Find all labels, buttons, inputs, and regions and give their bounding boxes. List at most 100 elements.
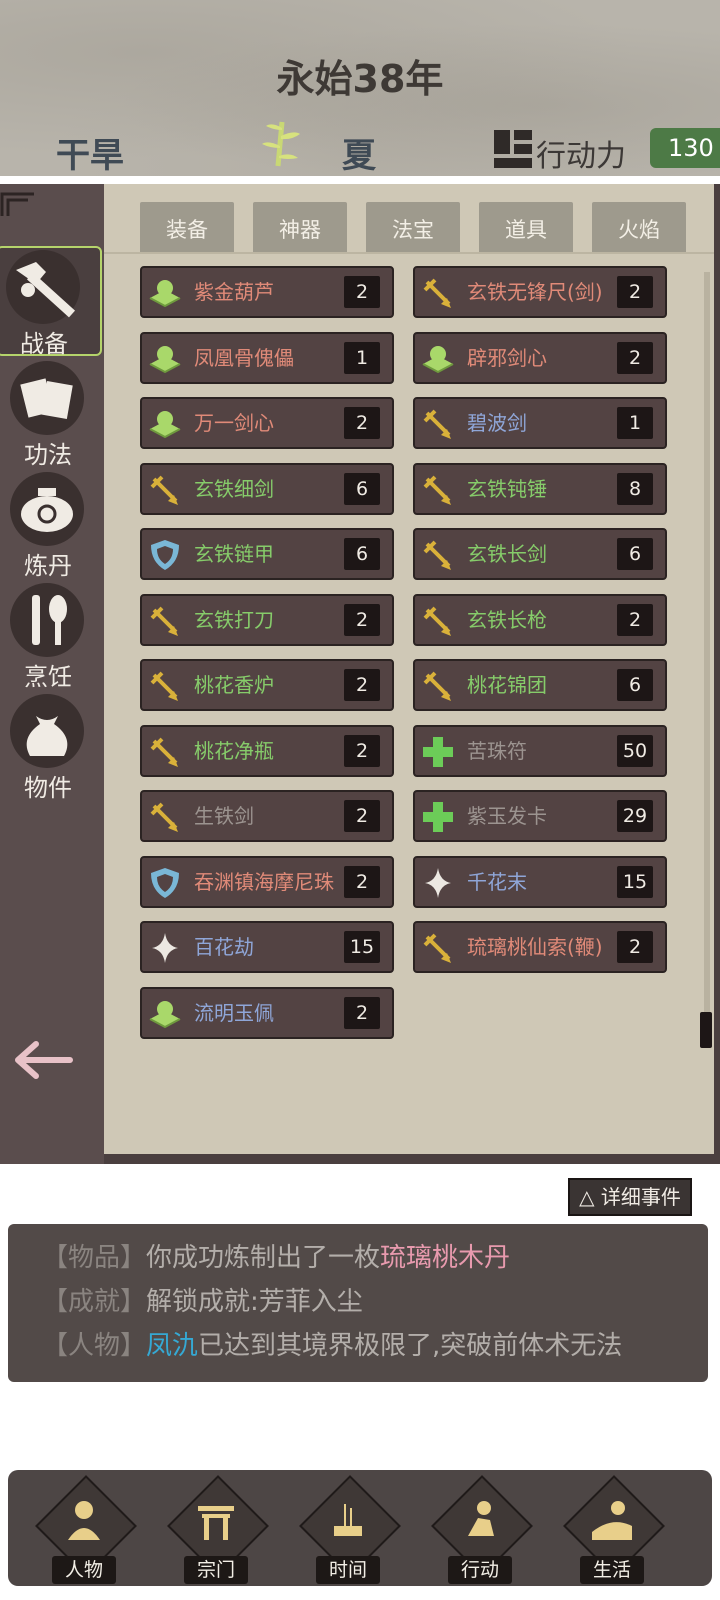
inventory-item[interactable]: 吞渊镇海摩尼珠 2 (140, 855, 394, 908)
item-name: 玄铁无锋尺(剑) (467, 280, 603, 304)
landscape-icon (590, 1496, 634, 1542)
item-count-badge: 2 (344, 734, 380, 767)
tab-1[interactable]: 神器 (253, 202, 347, 254)
bottom-navigation: 人物 宗门 时间 行动 生活 (8, 1470, 712, 1586)
sidebar-item-2[interactable]: 炼丹 (0, 468, 104, 580)
inventory-item[interactable]: 苦珠符 50 (413, 724, 667, 777)
sword-armor-icon (6, 250, 80, 324)
sidebar-item-0[interactable]: 战备 (0, 246, 102, 358)
sword-icon (148, 604, 182, 638)
inventory-item[interactable]: 桃花香炉 2 (140, 659, 394, 711)
item-name: 紫玉发卡 (467, 804, 547, 828)
nav-item-1[interactable]: 宗门 (164, 1475, 269, 1584)
item-name: 玄铁链甲 (194, 542, 274, 566)
tab-0[interactable]: 装备 (140, 202, 234, 254)
sparkle-icon (421, 866, 455, 900)
sword-icon (421, 604, 455, 638)
inventory-item[interactable]: 琉璃桃仙索(鞭) 2 (413, 921, 667, 973)
item-name: 玄铁长剑 (467, 542, 547, 566)
sidebar-item-label: 烹饪 (24, 663, 72, 691)
nav-item-2[interactable]: 时间 (296, 1475, 401, 1584)
detail-events-button[interactable]: △ 详细事件 (568, 1178, 692, 1216)
item-count-badge: 6 (344, 472, 380, 505)
back-arrow-icon[interactable] (14, 1040, 74, 1080)
item-count-badge: 15 (617, 865, 653, 898)
event-category: 【人物】 (42, 1331, 147, 1361)
inventory-item[interactable]: 玄铁长剑 6 (413, 528, 667, 580)
item-name: 万一剑心 (194, 411, 274, 435)
gate-icon (194, 1496, 238, 1542)
inventory-item[interactable]: 百花劫 15 (140, 921, 394, 973)
item-name: 桃花净瓶 (194, 738, 274, 763)
inventory-item[interactable]: 玄铁无锋尺(剑) 2 (413, 266, 667, 318)
event-line: 【成就】解锁成就:芳菲入尘 (42, 1280, 708, 1324)
inventory-item[interactable]: 玄铁长枪 2 (413, 593, 667, 646)
action-power-value: 130 (650, 128, 720, 168)
nav-item-label: 行动 (448, 1556, 512, 1584)
inventory-item[interactable]: 桃花净瓶 2 (140, 724, 394, 777)
item-name: 碧波剑 (467, 411, 527, 435)
sword-icon (421, 473, 455, 507)
event-category: 【成就】 (42, 1287, 147, 1317)
item-count-badge: 6 (344, 538, 380, 570)
event-highlight: 琉璃桃木丹 (380, 1243, 511, 1273)
sidebar-item-3[interactable]: 烹饪 (0, 579, 104, 691)
sidebar-item-1[interactable]: 功法 (0, 357, 104, 469)
nav-item-0[interactable]: 人物 (32, 1475, 137, 1584)
nav-item-label: 人物 (52, 1556, 116, 1584)
scroll-icon (10, 361, 84, 435)
item-count-badge: 50 (617, 734, 653, 767)
event-log: 【物品】你成功炼制出了一枚琉璃桃木丹 【成就】解锁成就:芳菲入尘 【人物】凤氿已达到… (8, 1224, 708, 1382)
cross-icon (421, 735, 455, 769)
inventory-item[interactable]: 紫金葫芦 2 (140, 266, 394, 318)
item-name: 生铁剑 (194, 804, 254, 828)
sword-icon (421, 407, 455, 441)
inventory-item[interactable]: 玄铁细剑 6 (140, 462, 394, 515)
item-count-badge: 2 (617, 276, 653, 308)
item-count-badge: 6 (617, 538, 653, 570)
inventory-item[interactable]: 玄铁打刀 2 (140, 593, 394, 646)
scrollbar-thumb[interactable] (700, 1012, 712, 1048)
inventory-item[interactable]: 万一剑心 2 (140, 397, 394, 449)
sword-icon (421, 931, 455, 965)
item-count-badge: 2 (617, 603, 653, 636)
scrollbar-track[interactable] (704, 272, 710, 1046)
action-power-label: 行动力 (536, 139, 626, 174)
sword-icon (421, 669, 455, 703)
item-count-badge: 1 (617, 407, 653, 439)
nav-item-4[interactable]: 生活 (560, 1475, 665, 1584)
nav-item-3[interactable]: 行动 (428, 1475, 533, 1584)
inventory-item[interactable]: 生铁剑 2 (140, 790, 394, 842)
person-icon (62, 1496, 106, 1542)
inventory-item[interactable]: 桃花锦团 6 (413, 659, 667, 711)
incense-icon (326, 1496, 370, 1542)
tab-divider (104, 252, 714, 254)
event-text: 解锁成就:芳菲入尘 (146, 1287, 363, 1317)
cross-icon (421, 800, 455, 834)
inventory-item[interactable]: 辟邪剑心 2 (413, 331, 667, 384)
inventory-item[interactable]: 千花末 15 (413, 855, 667, 908)
item-count-badge: 2 (344, 276, 380, 308)
tab-3[interactable]: 道具 (479, 202, 573, 254)
item-count-badge: 1 (344, 341, 380, 374)
sidebar-item-4[interactable]: 物件 (0, 690, 104, 802)
jade-artifact-icon (148, 407, 182, 441)
tab-4[interactable]: 火焰 (592, 202, 686, 254)
item-name: 桃花香炉 (194, 673, 274, 697)
sidebar-item-label: 物件 (24, 774, 72, 802)
inventory-item[interactable]: 玄铁链甲 6 (140, 528, 394, 580)
tab-2[interactable]: 法宝 (366, 202, 460, 254)
nav-item-label: 宗门 (184, 1556, 248, 1584)
sparkle-icon (148, 931, 182, 965)
category-sidebar: 战备 功法 炼丹烹饪物件 (0, 184, 104, 1164)
event-highlight: 凤氿 (146, 1331, 199, 1361)
inventory-item[interactable]: 流明玉佩 2 (140, 986, 394, 1039)
inventory-item[interactable]: 玄铁钝锤 8 (413, 462, 667, 515)
inventory-item[interactable]: 碧波剑 1 (413, 397, 667, 449)
jade-artifact-icon (148, 342, 182, 376)
inventory-item[interactable]: 凤凰骨傀儡 1 (140, 331, 394, 384)
action-power-icon (494, 130, 532, 168)
item-count-badge: 29 (617, 800, 653, 832)
inventory-item[interactable]: 紫玉发卡 29 (413, 790, 667, 842)
nav-item-label: 生活 (580, 1556, 644, 1584)
